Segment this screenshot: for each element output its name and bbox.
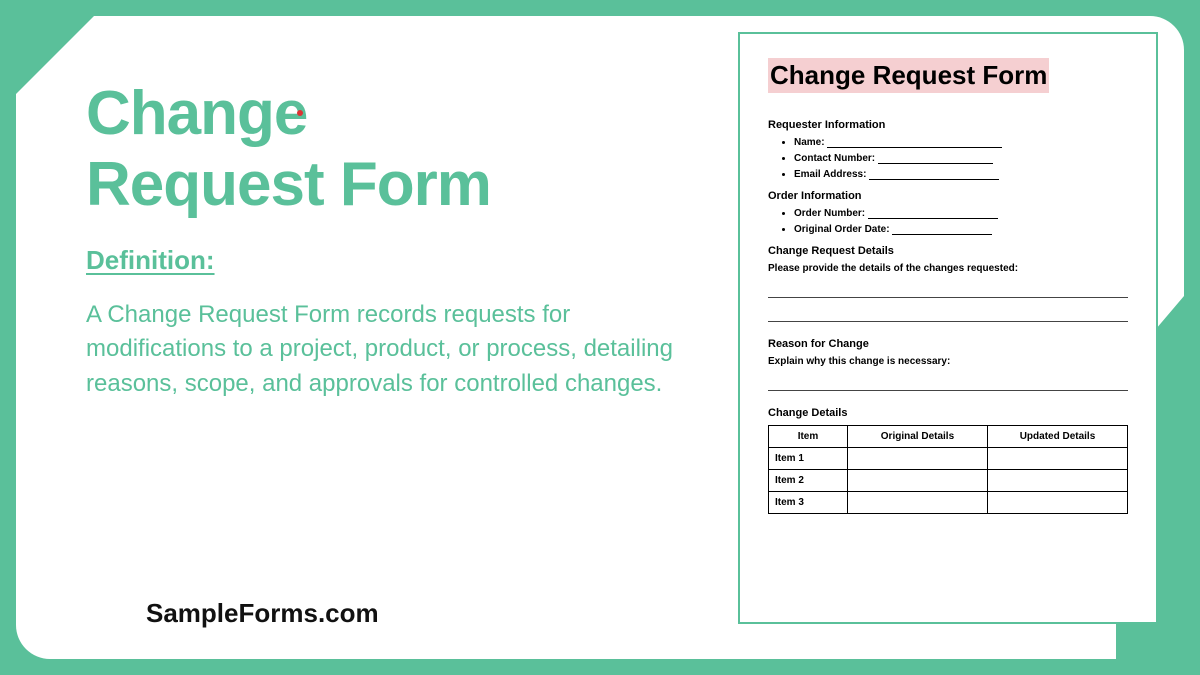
order-fields: Order Number: Original Order Date: — [794, 208, 1128, 235]
row-item-2: Item 2 — [769, 470, 848, 492]
field-email: Email Address: — [794, 169, 1128, 180]
blank-line — [768, 377, 1128, 391]
field-name: Name: — [794, 137, 1128, 148]
section-reason: Reason for Change — [768, 338, 1128, 350]
field-order-number-label: Order Number: — [794, 208, 865, 219]
cell — [987, 448, 1127, 470]
table-row: Item 1 — [769, 448, 1128, 470]
form-preview-panel: Change Request Form Requester Informatio… — [738, 32, 1158, 624]
definition-body: A Change Request Form records requests f… — [86, 298, 706, 402]
cell — [847, 448, 987, 470]
section-change-details: Change Details — [768, 407, 1128, 419]
cell — [847, 492, 987, 514]
blank-line — [892, 225, 992, 235]
blank-line — [869, 170, 999, 180]
page-title: Change Request Form — [86, 78, 706, 221]
section-change-request-details: Change Request Details — [768, 245, 1128, 257]
change-request-instruction: Please provide the details of the change… — [768, 263, 1128, 274]
change-details-table: Item Original Details Updated Details It… — [768, 425, 1128, 514]
reason-instruction: Explain why this change is necessary: — [768, 356, 1128, 367]
col-updated: Updated Details — [987, 426, 1127, 448]
row-item-1: Item 1 — [769, 448, 848, 470]
cell — [987, 470, 1127, 492]
cell — [847, 470, 987, 492]
blank-line — [768, 308, 1128, 322]
blank-line — [868, 209, 998, 219]
field-order-date: Original Order Date: — [794, 224, 1128, 235]
field-contact-label: Contact Number: — [794, 153, 875, 164]
blank-line — [878, 154, 993, 164]
cell — [987, 492, 1127, 514]
row-item-3: Item 3 — [769, 492, 848, 514]
title-line-2: Request Form — [86, 150, 491, 219]
definition-label: Definition: — [86, 245, 706, 276]
left-content: Change Request Form Definition: A Change… — [86, 78, 706, 402]
field-order-date-label: Original Order Date: — [794, 224, 890, 235]
field-order-number: Order Number: — [794, 208, 1128, 219]
table-row: Item 2 — [769, 470, 1128, 492]
blank-line — [827, 138, 1002, 148]
requester-fields: Name: Contact Number: Email Address: — [794, 137, 1128, 180]
table-row: Item 3 — [769, 492, 1128, 514]
col-item: Item — [769, 426, 848, 448]
field-name-label: Name: — [794, 137, 825, 148]
field-email-label: Email Address: — [794, 169, 866, 180]
form-title: Change Request Form — [768, 58, 1049, 93]
col-original: Original Details — [847, 426, 987, 448]
blank-line — [768, 284, 1128, 298]
field-contact: Contact Number: — [794, 153, 1128, 164]
brand-label: SampleForms.com — [146, 598, 379, 629]
section-requester-info: Requester Information — [768, 119, 1128, 131]
title-line-1: Change — [86, 79, 307, 148]
table-header-row: Item Original Details Updated Details — [769, 426, 1128, 448]
section-order-info: Order Information — [768, 190, 1128, 202]
